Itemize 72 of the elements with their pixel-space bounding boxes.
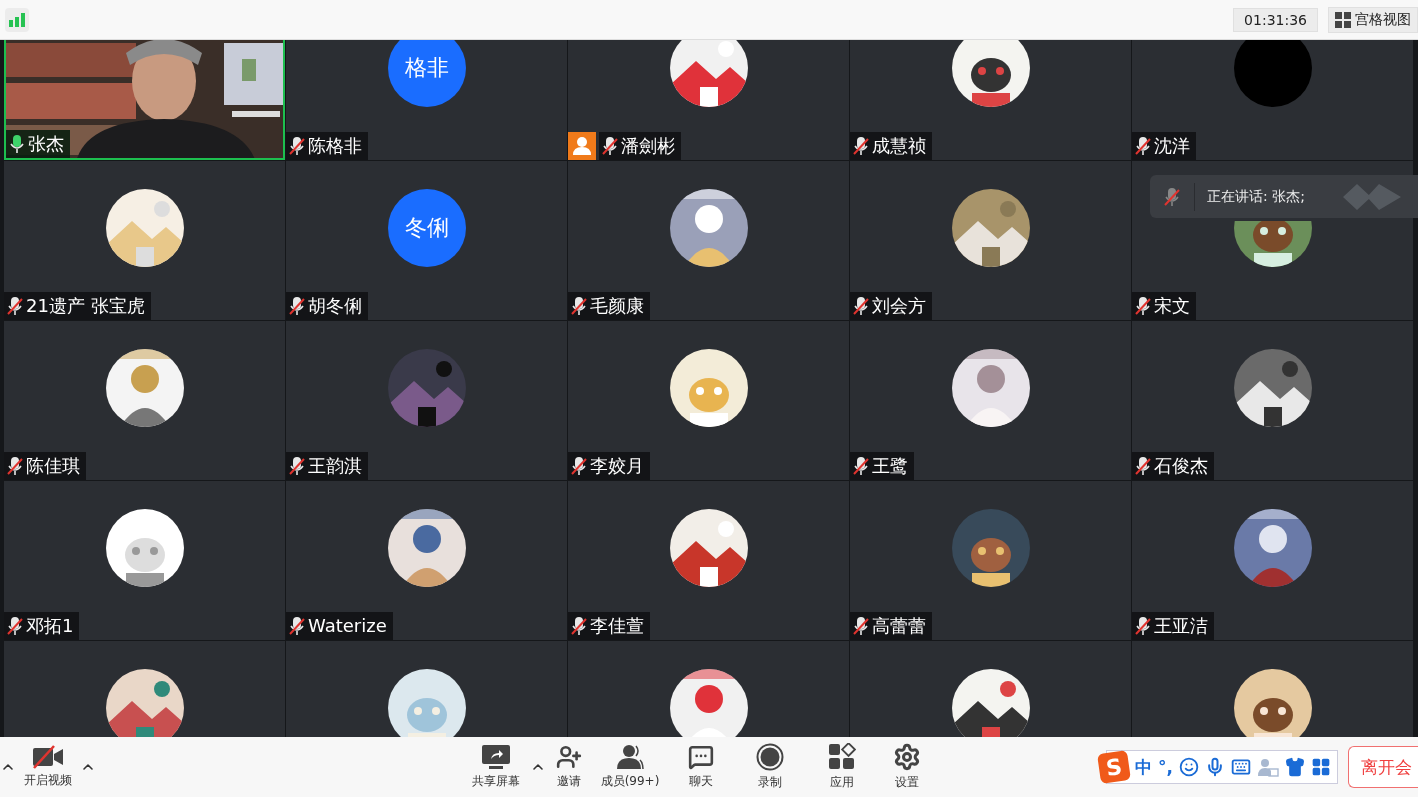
shirt-icon[interactable]	[1285, 757, 1305, 777]
participant-name: 石俊杰	[1132, 452, 1214, 480]
record-button[interactable]: 录制	[734, 743, 806, 791]
share-button[interactable]: 共享屏幕	[462, 744, 530, 790]
muted-mic-icon	[1134, 296, 1152, 316]
invite-icon	[556, 744, 582, 770]
participant-name: 邓拓1	[4, 612, 80, 640]
muted-mic-icon	[288, 136, 306, 156]
participant-name: 潘劍彬	[599, 132, 681, 160]
muted-mic-icon	[570, 456, 588, 476]
emoji-icon[interactable]	[1179, 757, 1199, 777]
toolbox-icon[interactable]	[1311, 757, 1331, 777]
signal-icon	[5, 7, 29, 32]
avatar: 冬俐	[387, 189, 466, 267]
participant-name: 刘会方	[850, 292, 932, 320]
participant-name: 李佳萱	[568, 612, 650, 640]
muted-mic-icon	[6, 616, 24, 636]
chat-icon	[688, 744, 714, 770]
participant-name: 陈佳琪	[4, 452, 86, 480]
muted-mic-icon	[852, 616, 870, 636]
participant-name: Waterize	[286, 612, 393, 640]
muted-mic-icon	[570, 616, 588, 636]
ime-mode[interactable]: 中	[1135, 755, 1153, 779]
muted-mic-icon	[288, 296, 306, 316]
speaking-text: 正在讲话: 张杰;	[1207, 187, 1305, 206]
participant-name: 李姣月	[568, 452, 650, 480]
participant-name: 高蕾蕾	[850, 612, 932, 640]
participant-name: 成慧祯	[850, 132, 932, 160]
grid-view-button[interactable]: 宫格视图	[1328, 6, 1418, 33]
muted-mic-icon	[288, 456, 306, 476]
members-icon	[616, 744, 644, 770]
muted-mic-icon	[852, 136, 870, 156]
chat-button[interactable]: 聊天	[668, 744, 734, 790]
participant-name: 21遗产 张宝虎	[4, 292, 151, 320]
leave-button[interactable]: 离开会	[1348, 746, 1418, 788]
invite-button[interactable]: 邀请	[546, 744, 592, 790]
muted-mic-icon	[6, 456, 24, 476]
participant-name: 宋文	[1132, 292, 1196, 320]
muted-mic-icon	[852, 456, 870, 476]
avatar: 格非	[387, 40, 466, 107]
record-icon	[756, 743, 784, 771]
muted-mic-icon	[852, 296, 870, 316]
participant-name: 沈洋	[1132, 132, 1196, 160]
muted-mic-icon	[1134, 136, 1152, 156]
screen-share-icon	[481, 744, 511, 770]
participant-name: 王韵淇	[286, 452, 368, 480]
members-button[interactable]: 成员(99+)	[592, 744, 668, 790]
muted-mic-icon	[570, 296, 588, 316]
participant-name: 张杰	[6, 130, 70, 158]
participant-name: 陈格非	[286, 132, 368, 160]
participant-name: 王鹭	[850, 452, 914, 480]
mic-icon[interactable]	[1205, 757, 1225, 777]
participant-name: 王亚洁	[1132, 612, 1214, 640]
diamond-logo-icon	[1342, 181, 1401, 212]
muted-mic-icon	[1134, 616, 1152, 636]
apps-button[interactable]: 应用	[806, 743, 878, 791]
grid-icon	[1335, 11, 1351, 28]
muted-mic-icon	[1134, 456, 1152, 476]
video-off-icon	[32, 745, 64, 769]
participant-name: 毛颜康	[568, 292, 650, 320]
settings-button[interactable]: 设置	[878, 743, 936, 791]
keyboard-icon[interactable]	[1231, 757, 1251, 777]
muted-mic-icon	[6, 296, 24, 316]
video-button[interactable]: 开启视频	[16, 745, 80, 789]
apps-icon	[828, 743, 856, 771]
muted-mic-icon	[601, 136, 619, 156]
muted-mic-icon	[288, 616, 306, 636]
ime-punctuation[interactable]: °,	[1158, 757, 1173, 777]
settings-icon	[893, 743, 921, 771]
mic-icon	[8, 134, 26, 154]
meeting-timer: 01:31:36	[1233, 7, 1318, 32]
participant-name: 胡冬俐	[286, 292, 368, 320]
